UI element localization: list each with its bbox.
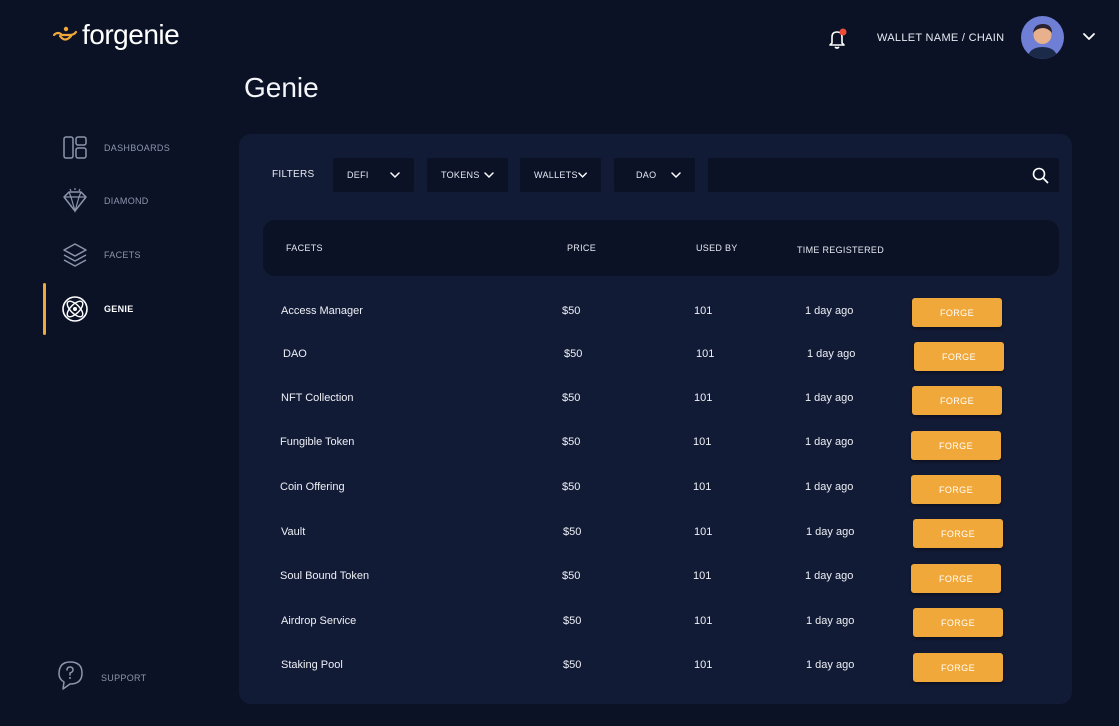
- filter-dropdown-tokens[interactable]: TOKENS: [427, 158, 508, 192]
- facet-price: $50: [563, 526, 582, 538]
- forge-button[interactable]: FORGE: [912, 386, 1002, 415]
- chevron-down-icon: [484, 172, 494, 179]
- facet-time-registered: 1 day ago: [805, 570, 854, 582]
- wallet-chain-label[interactable]: WALLET NAME / CHAIN: [877, 32, 1004, 44]
- forge-button[interactable]: FORGE: [911, 564, 1001, 593]
- forge-button[interactable]: FORGE: [913, 653, 1003, 682]
- facet-price: $50: [562, 305, 581, 317]
- facet-used-by: 101: [696, 348, 715, 360]
- facet-price: $50: [562, 570, 581, 582]
- facet-time-registered: 1 day ago: [805, 305, 854, 317]
- dropdown-label: TOKENS: [441, 170, 480, 180]
- table-row: NFT Collection $50 101 1 day ago FORGE: [0, 378, 1119, 422]
- brand-logo[interactable]: forgenie: [52, 19, 180, 50]
- table-row: Airdrop Service $50 101 1 day ago FORGE: [0, 600, 1119, 644]
- facet-name[interactable]: Soul Bound Token: [280, 570, 369, 582]
- search-input[interactable]: [708, 158, 1028, 192]
- sidebar-item-dashboards[interactable]: DASHBOARDS: [60, 132, 170, 164]
- facet-used-by: 101: [694, 305, 713, 317]
- forge-button[interactable]: FORGE: [913, 519, 1003, 548]
- table-header: [263, 220, 1059, 276]
- forge-button[interactable]: FORGE: [914, 342, 1004, 371]
- genie-lamp-icon: [52, 26, 78, 41]
- facet-name[interactable]: Vault: [281, 526, 305, 538]
- facet-name[interactable]: Fungible Token: [280, 436, 354, 448]
- facet-time-registered: 1 day ago: [807, 348, 856, 360]
- facet-used-by: 101: [694, 526, 713, 538]
- facet-used-by: 101: [693, 570, 712, 582]
- forge-button[interactable]: FORGE: [913, 608, 1003, 637]
- facet-price: $50: [562, 481, 581, 493]
- facet-used-by: 101: [693, 481, 712, 493]
- search-box: [708, 158, 1059, 192]
- chevron-down-icon: [578, 172, 587, 178]
- column-header-price[interactable]: PRICE: [567, 243, 596, 253]
- forge-button[interactable]: FORGE: [912, 298, 1002, 327]
- filter-dropdown-dao[interactable]: DAO: [614, 158, 695, 192]
- user-avatar[interactable]: [1021, 16, 1064, 59]
- facet-name[interactable]: Airdrop Service: [281, 615, 356, 627]
- facet-name[interactable]: Staking Pool: [281, 659, 343, 671]
- facet-name[interactable]: DAO: [283, 348, 307, 360]
- dropdown-label: DAO: [636, 170, 657, 180]
- sidebar-item-diamond[interactable]: DIAMOND: [60, 185, 149, 217]
- sidebar-item-facets[interactable]: FACETS: [60, 239, 141, 271]
- dropdown-label: WALLETS: [534, 170, 578, 180]
- table-row: Staking Pool $50 101 1 day ago FORGE: [0, 645, 1119, 689]
- chevron-down-icon: [390, 172, 400, 179]
- table-row: Vault $50 101 1 day ago FORGE: [0, 511, 1119, 555]
- user-menu-chevron-icon[interactable]: [1081, 31, 1097, 43]
- facet-price: $50: [564, 348, 583, 360]
- dropdown-label: DEFI: [347, 170, 369, 180]
- facet-time-registered: 1 day ago: [805, 436, 854, 448]
- notification-bell-icon[interactable]: [828, 28, 848, 50]
- dashboard-icon: [60, 133, 90, 163]
- table-row: Coin Offering $50 101 1 day ago FORGE: [0, 467, 1119, 511]
- page-title: Genie: [244, 72, 319, 103]
- column-header-time-registered[interactable]: TIME REGISTERED: [797, 245, 884, 255]
- table-row: Access Manager $50 101 1 day ago FORGE: [0, 290, 1119, 334]
- chevron-down-icon: [671, 172, 681, 179]
- facet-price: $50: [563, 615, 582, 627]
- forge-button[interactable]: FORGE: [911, 475, 1001, 504]
- layers-icon: [60, 240, 90, 270]
- column-header-used-by[interactable]: USED BY: [696, 243, 738, 253]
- forge-button[interactable]: FORGE: [911, 431, 1001, 460]
- table-row: DAO $50 101 1 day ago FORGE: [0, 334, 1119, 378]
- facet-time-registered: 1 day ago: [806, 659, 855, 671]
- facet-name[interactable]: Coin Offering: [280, 481, 345, 493]
- search-icon[interactable]: [1032, 167, 1049, 184]
- facet-name[interactable]: NFT Collection: [281, 392, 354, 404]
- sidebar-item-label: DIAMOND: [104, 196, 149, 206]
- filters-label: FILTERS: [272, 169, 315, 180]
- filter-dropdown-defi[interactable]: DEFI: [333, 158, 414, 192]
- sidebar-item-label: FACETS: [104, 250, 141, 260]
- facet-time-registered: 1 day ago: [806, 615, 855, 627]
- table-row: Soul Bound Token $50 101 1 day ago FORGE: [0, 556, 1119, 600]
- facet-time-registered: 1 day ago: [805, 392, 854, 404]
- column-header-facets[interactable]: FACETS: [286, 243, 323, 253]
- table-row: Fungible Token $50 101 1 day ago FORGE: [0, 422, 1119, 466]
- diamond-icon: [60, 186, 90, 216]
- facet-used-by: 101: [694, 392, 713, 404]
- facet-time-registered: 1 day ago: [806, 526, 855, 538]
- sidebar-item-label: DASHBOARDS: [104, 143, 171, 153]
- facet-used-by: 101: [694, 659, 713, 671]
- app-root: forgenie WALLET NAME / CHAIN Genie DASHB…: [0, 0, 1119, 726]
- facet-price: $50: [562, 436, 581, 448]
- logo-text: forgenie: [82, 19, 180, 50]
- facet-price: $50: [563, 659, 582, 671]
- filter-dropdown-wallets[interactable]: WALLETS: [520, 158, 601, 192]
- facet-time-registered: 1 day ago: [805, 481, 854, 493]
- notification-dot: [839, 28, 847, 36]
- facet-name[interactable]: Access Manager: [281, 305, 363, 317]
- facet-used-by: 101: [693, 436, 712, 448]
- facet-used-by: 101: [694, 615, 713, 627]
- facet-price: $50: [562, 392, 581, 404]
